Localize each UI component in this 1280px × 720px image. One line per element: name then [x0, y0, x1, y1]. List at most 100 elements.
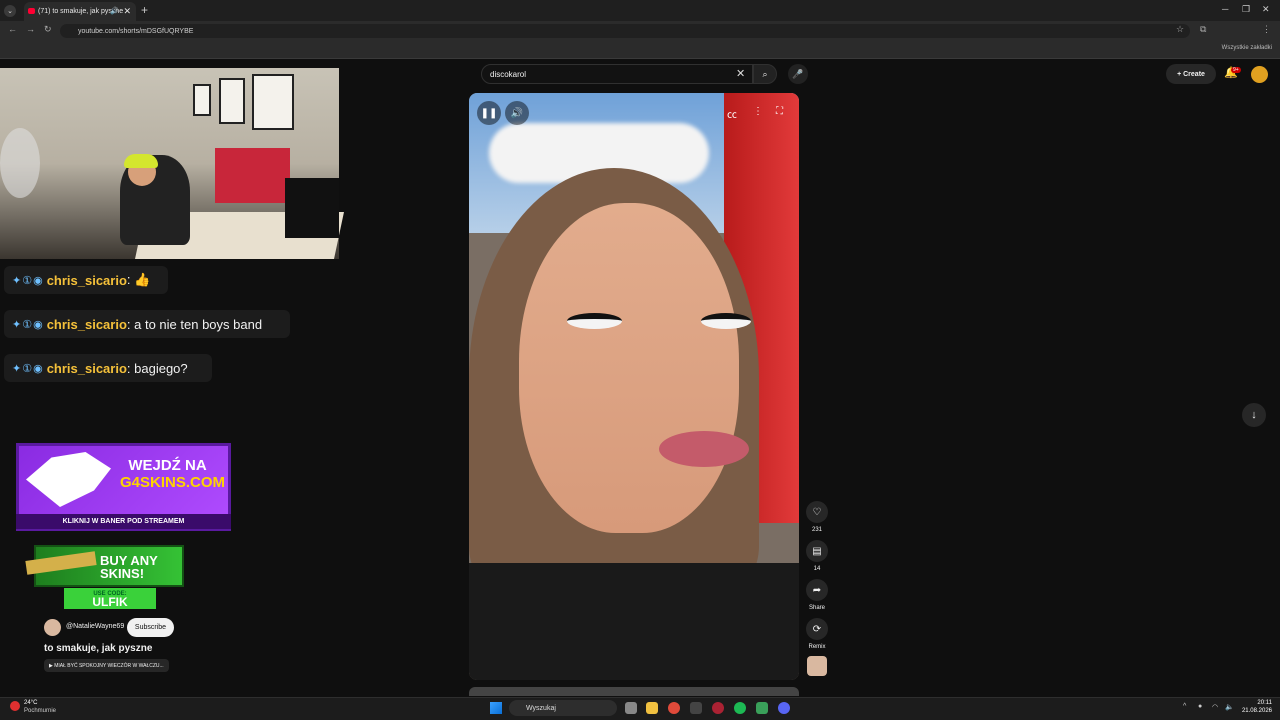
captions-icon[interactable]: ㏄ — [727, 106, 737, 121]
video-eye-right — [701, 313, 751, 329]
back-icon[interactable]: ← — [8, 24, 17, 34]
notification-count-badge: 9+ — [1231, 67, 1241, 73]
pause-icon[interactable]: ❚❚ — [477, 101, 501, 125]
menu-icon[interactable]: ⋮ — [1262, 24, 1271, 35]
chat-text: : 👍 — [126, 272, 151, 287]
wall-poster — [252, 74, 294, 130]
chat-text: : bagiego? — [126, 360, 188, 376]
desk-fan — [0, 128, 40, 198]
tab-search-icon[interactable]: ⌄ — [4, 5, 16, 17]
file-explorer-icon[interactable] — [646, 702, 658, 714]
share-label: Share — [808, 605, 825, 611]
skins-line2: SKINS! — [100, 566, 145, 581]
share-icon[interactable]: ➦ — [806, 579, 828, 601]
like-count: 231 — [811, 527, 822, 533]
tray-app-icon[interactable]: ● — [1198, 703, 1202, 710]
streamer-beanie — [124, 154, 158, 168]
chat-badges-icon: ✦①◉ — [12, 274, 44, 287]
chat-badges-icon: ✦①◉ — [12, 318, 44, 331]
video-lips — [659, 431, 749, 467]
clock-date[interactable]: 21.08.2026 — [1238, 708, 1272, 714]
like-icon[interactable]: ♡ — [806, 501, 828, 523]
g4skins-line1: WEJDŹ NA — [128, 457, 207, 474]
sound-thumbnail[interactable] — [807, 656, 827, 676]
task-view-icon[interactable] — [625, 702, 637, 714]
create-label: Create — [1183, 70, 1205, 78]
monitor — [285, 178, 339, 238]
search-icon[interactable]: ⌕ — [753, 64, 777, 84]
chat-message: ✦①◉ chris_sicario : bagiego? — [4, 354, 212, 382]
wall-poster — [193, 84, 211, 116]
windows-start-icon[interactable] — [490, 702, 502, 714]
weather-description: Pochmurnie — [24, 708, 57, 714]
chat-username: chris_sicario — [46, 316, 127, 332]
microphone-icon[interactable]: 🎤 — [788, 64, 808, 84]
next-short-arrow-icon[interactable]: ↓ — [1242, 403, 1266, 427]
wall-poster — [219, 78, 245, 124]
obs-icon[interactable] — [712, 702, 724, 714]
youtube-favicon-icon — [28, 8, 35, 14]
forward-icon[interactable]: → — [26, 24, 35, 34]
chat-badges-icon: ✦①◉ — [12, 362, 44, 375]
bookmarks-bar — [0, 41, 1280, 59]
browser-tab-bar — [0, 0, 1280, 21]
video-jacket — [469, 563, 799, 680]
chat-username: chris_sicario — [46, 272, 127, 288]
next-short-preview[interactable] — [469, 687, 799, 696]
channel-name[interactable]: @NatalieWayne69 — [66, 623, 124, 630]
clock-time[interactable]: 20:11 — [1238, 700, 1272, 706]
video-eye-left — [567, 313, 622, 329]
volume-tray-icon[interactable]: 🔈 — [1225, 703, 1234, 711]
app-icon[interactable] — [756, 702, 768, 714]
bookmark-star-icon[interactable]: ☆ — [1176, 24, 1184, 35]
chat-text: : a to nie ten boys band — [126, 316, 263, 332]
all-bookmarks-link[interactable]: Wszystkie zakładki — [1222, 45, 1272, 51]
wifi-icon[interactable]: ◠ — [1212, 703, 1218, 711]
windows-taskbar — [0, 697, 1280, 720]
tray-chevron-icon[interactable]: ^ — [1183, 703, 1186, 710]
weather-icon[interactable] — [10, 701, 20, 711]
comment-icon[interactable]: ▤ — [806, 540, 828, 562]
spotify-icon[interactable] — [734, 702, 746, 714]
subscribe-button[interactable]: Subscribe — [127, 618, 174, 637]
app-icon[interactable] — [690, 702, 702, 714]
search-input[interactable]: discokarol — [481, 64, 753, 84]
close-window-icon[interactable]: ✕ — [1262, 4, 1270, 15]
fullscreen-icon[interactable]: ⛶ — [776, 106, 783, 117]
browser-tab-active[interactable]: (71) to smakuje, jak pyszne 🔊 ✕ — [24, 2, 136, 21]
maximize-icon[interactable]: ❐ — [1242, 4, 1250, 15]
remix-label: Remix — [808, 644, 826, 650]
chat-message: ✦①◉ chris_sicario : a to nie ten boys ba… — [4, 310, 290, 338]
comment-count: 14 — [813, 566, 821, 572]
channel-avatar[interactable] — [44, 619, 61, 636]
speaker-icon[interactable]: 🔊 — [110, 7, 119, 15]
taskbar-search[interactable]: Wyszukaj — [509, 700, 617, 716]
chat-message: ✦①◉ chris_sicario : 👍 — [4, 266, 168, 294]
tab-close-icon[interactable]: ✕ — [123, 6, 131, 17]
g4skins-strip: KLIKNIJ W BANER POD STREAMEM — [16, 514, 231, 529]
sound-link[interactable]: ▶ MIAŁ BYĆ SPOKOJNY WIECZÓR W WAŁCZU... — [44, 659, 169, 672]
shelf-rack — [215, 148, 290, 203]
new-tab-button[interactable]: + — [141, 3, 148, 17]
address-bar[interactable]: youtube.com/shorts/mDSGfUQRYBE — [60, 24, 1190, 38]
g4skins-title: WEJDŹ NA G4SKINS.COM — [120, 457, 226, 491]
shorts-video-player[interactable]: ❚❚ 🔊 ㏄ ⋮ ⛶ — [469, 93, 799, 680]
skins-title: BUY ANY SKINS! — [100, 554, 158, 580]
create-button[interactable]: + Create — [1166, 64, 1216, 84]
reload-icon[interactable]: ↻ — [44, 24, 52, 35]
chrome-icon[interactable] — [668, 702, 680, 714]
discord-icon[interactable] — [778, 702, 790, 714]
short-title: to smakuje, jak pyszne — [44, 643, 153, 654]
video-face — [519, 203, 739, 533]
chat-username: chris_sicario — [46, 360, 127, 376]
volume-icon[interactable]: 🔊 — [505, 101, 529, 125]
weather-temperature: 24°C — [24, 700, 38, 706]
more-options-icon[interactable]: ⋮ — [753, 106, 763, 117]
clear-search-icon[interactable]: ✕ — [736, 67, 745, 80]
minimize-icon[interactable]: ─ — [1222, 4, 1228, 14]
g4skins-line2: G4SKINS.COM — [120, 474, 226, 491]
promo-code-value: ULFIK — [92, 595, 128, 609]
remix-icon[interactable]: ⟳ — [806, 618, 828, 640]
extensions-icon[interactable]: ⧉ — [1200, 24, 1206, 35]
account-avatar[interactable] — [1251, 66, 1268, 83]
